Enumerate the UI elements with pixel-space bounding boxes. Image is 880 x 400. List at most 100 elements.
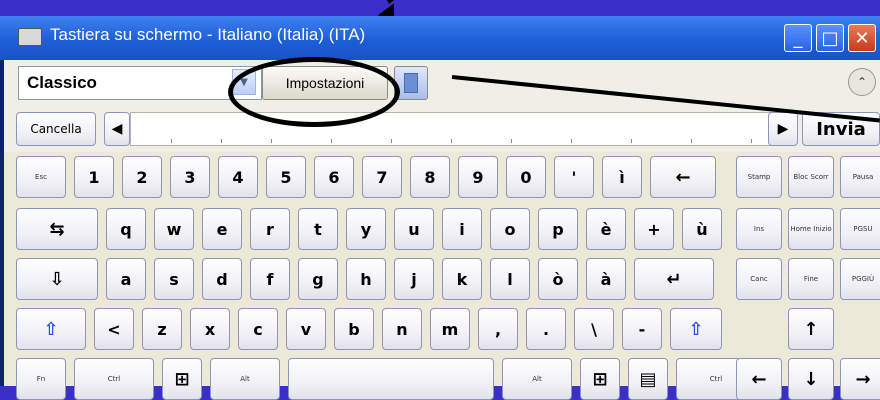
collapse-button[interactable]: ⌃ bbox=[848, 68, 876, 96]
key[interactable]: 7 bbox=[362, 156, 402, 198]
key[interactable]: ' bbox=[554, 156, 594, 198]
windows-icon[interactable]: ⊞ bbox=[162, 358, 202, 400]
key[interactable]: r bbox=[250, 208, 290, 250]
tick bbox=[691, 139, 692, 143]
key[interactable]: + bbox=[634, 208, 674, 250]
capslock-key[interactable]: ⇩ bbox=[16, 258, 98, 300]
tick bbox=[751, 139, 752, 143]
nav-key[interactable]: PGSU bbox=[840, 208, 880, 250]
key[interactable]: u bbox=[394, 208, 434, 250]
annotation-circle bbox=[228, 57, 400, 127]
arrow-key[interactable]: ← bbox=[736, 358, 782, 400]
key[interactable]: o bbox=[490, 208, 530, 250]
key[interactable]: n bbox=[382, 308, 422, 350]
key[interactable]: 5 bbox=[266, 156, 306, 198]
key[interactable]: ì bbox=[602, 156, 642, 198]
nav-key[interactable]: Bloc Scorr bbox=[788, 156, 834, 198]
key[interactable]: m bbox=[430, 308, 470, 350]
key[interactable]: , bbox=[478, 308, 518, 350]
shift-key[interactable]: ⇧ bbox=[670, 308, 722, 350]
key[interactable]: p bbox=[538, 208, 578, 250]
up-arrow-key[interactable]: ↑ bbox=[788, 308, 834, 350]
key[interactable]: - bbox=[622, 308, 662, 350]
key[interactable]: 8 bbox=[410, 156, 450, 198]
key[interactable]: ò bbox=[538, 258, 578, 300]
key[interactable]: 0 bbox=[506, 156, 546, 198]
menu-icon[interactable]: ▤ bbox=[628, 358, 668, 400]
key[interactable]: d bbox=[202, 258, 242, 300]
key[interactable]: c bbox=[238, 308, 278, 350]
key[interactable]: f bbox=[250, 258, 290, 300]
key[interactable]: 4 bbox=[218, 156, 258, 198]
arrow-key[interactable]: → bbox=[840, 358, 880, 400]
title-bar: Tastiera su schermo - Italiano (Italia) … bbox=[0, 16, 880, 60]
annotation-arrow-line bbox=[386, 0, 419, 4]
key[interactable]: t bbox=[298, 208, 338, 250]
key[interactable]: a bbox=[106, 258, 146, 300]
tick bbox=[631, 139, 632, 143]
spacebar-key[interactable] bbox=[288, 358, 494, 400]
key[interactable]: e bbox=[202, 208, 242, 250]
key[interactable]: z bbox=[142, 308, 182, 350]
key[interactable]: h bbox=[346, 258, 386, 300]
nav-key[interactable]: Ins bbox=[736, 208, 782, 250]
prediction-bar: Cancella ◀ ▶ Invia bbox=[4, 106, 880, 152]
layout-select-value: Classico bbox=[27, 73, 97, 92]
key[interactable]: s bbox=[154, 258, 194, 300]
backspace-key[interactable]: ← bbox=[650, 156, 716, 198]
key[interactable]: 1 bbox=[74, 156, 114, 198]
clear-button[interactable]: Cancella bbox=[16, 112, 96, 146]
key[interactable]: x bbox=[190, 308, 230, 350]
key[interactable]: 3 bbox=[170, 156, 210, 198]
tick bbox=[171, 139, 172, 143]
close-button[interactable]: ✕ bbox=[848, 24, 876, 52]
key[interactable]: è bbox=[586, 208, 626, 250]
nav-key[interactable]: Stamp bbox=[736, 156, 782, 198]
key[interactable]: Alt bbox=[210, 358, 280, 400]
key[interactable]: v bbox=[286, 308, 326, 350]
screen: { "window": { "title": "Tastiera su sche… bbox=[0, 0, 880, 400]
key[interactable]: \ bbox=[574, 308, 614, 350]
key[interactable]: Ctrl bbox=[74, 358, 154, 400]
key[interactable]: 6 bbox=[314, 156, 354, 198]
arrow-key[interactable]: ↓ bbox=[788, 358, 834, 400]
shift-key[interactable]: ⇧ bbox=[16, 308, 86, 350]
nav-key[interactable]: Home Inizio bbox=[788, 208, 834, 250]
minimize-button[interactable]: _ bbox=[784, 24, 812, 52]
key[interactable]: Fn bbox=[16, 358, 66, 400]
key[interactable]: . bbox=[526, 308, 566, 350]
prediction-strip[interactable] bbox=[130, 112, 780, 146]
key[interactable]: i bbox=[442, 208, 482, 250]
nav-key[interactable]: Canc bbox=[736, 258, 782, 300]
key[interactable]: 9 bbox=[458, 156, 498, 198]
key[interactable]: b bbox=[334, 308, 374, 350]
key[interactable]: k bbox=[442, 258, 482, 300]
key[interactable]: q bbox=[106, 208, 146, 250]
windows-icon[interactable]: ⊞ bbox=[580, 358, 620, 400]
tick bbox=[391, 139, 392, 143]
window-title: Tastiera su schermo - Italiano (Italia) … bbox=[50, 25, 366, 44]
key[interactable]: ù bbox=[682, 208, 722, 250]
key[interactable]: y bbox=[346, 208, 386, 250]
key[interactable]: w bbox=[154, 208, 194, 250]
keyboard-icon bbox=[18, 28, 42, 46]
key[interactable]: j bbox=[394, 258, 434, 300]
key[interactable]: à bbox=[586, 258, 626, 300]
nav-key[interactable]: PGGIÙ bbox=[840, 258, 880, 300]
enter-key[interactable]: ↵ bbox=[634, 258, 714, 300]
osk-window: Tastiera su schermo - Italiano (Italia) … bbox=[0, 16, 880, 400]
nav-key[interactable]: Fine bbox=[788, 258, 834, 300]
nav-key[interactable]: Pausa bbox=[840, 156, 880, 198]
key[interactable]: l bbox=[490, 258, 530, 300]
maximize-button[interactable]: □ bbox=[816, 24, 844, 52]
key[interactable]: 2 bbox=[122, 156, 162, 198]
key[interactable]: Alt bbox=[502, 358, 572, 400]
toolbar: Classico ▼ Impostazioni ⌃ bbox=[4, 60, 880, 106]
key[interactable]: g bbox=[298, 258, 338, 300]
key[interactable]: Esc bbox=[16, 156, 66, 198]
key[interactable]: < bbox=[94, 308, 134, 350]
prev-arrow[interactable]: ◀ bbox=[104, 112, 130, 146]
tab-key[interactable]: ⇆ bbox=[16, 208, 98, 250]
next-arrow[interactable]: ▶ bbox=[768, 112, 798, 146]
tick bbox=[511, 139, 512, 143]
